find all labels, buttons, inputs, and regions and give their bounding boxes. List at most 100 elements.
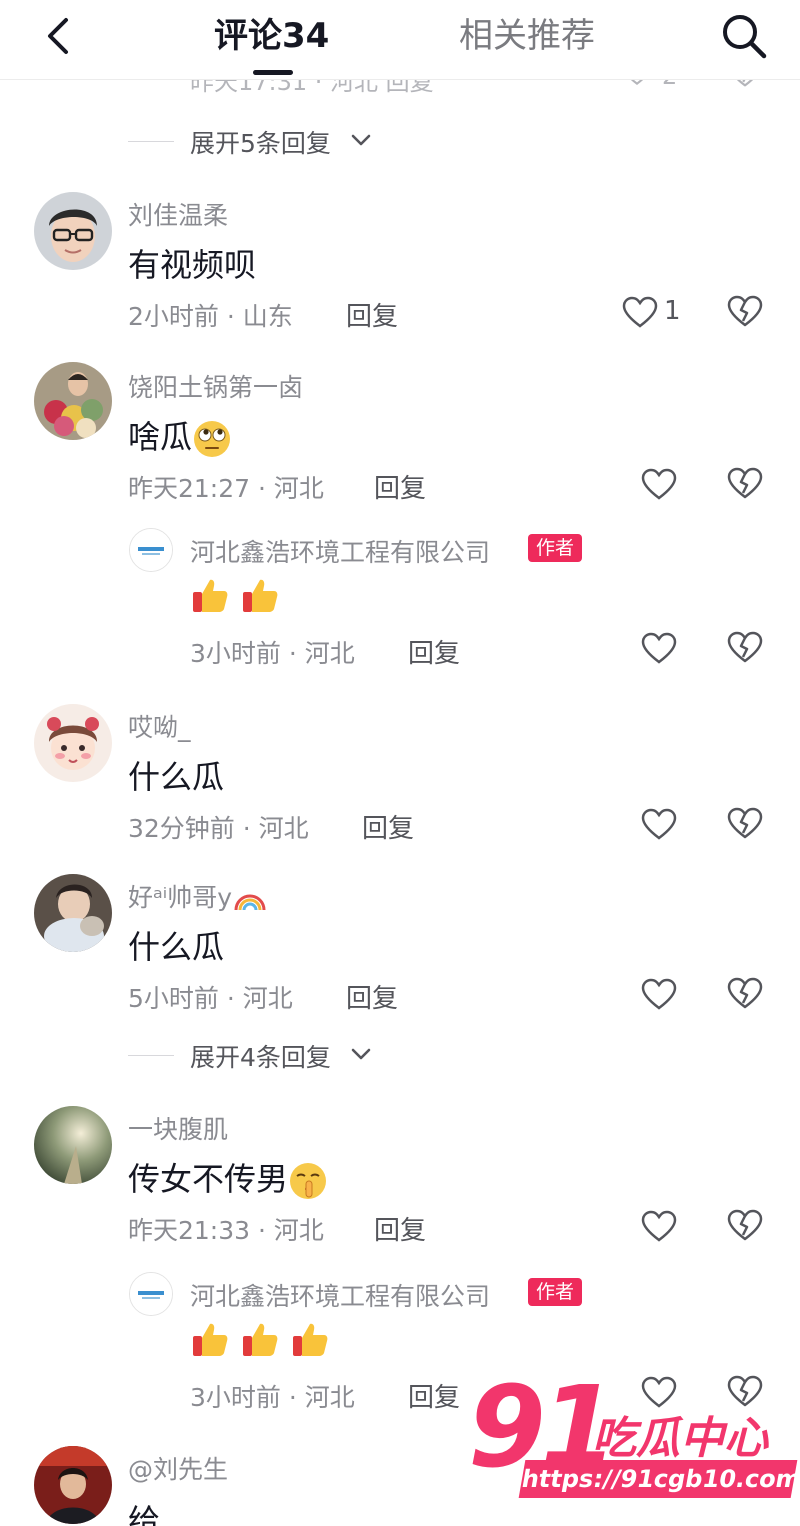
heart-icon[interactable]	[622, 296, 658, 328]
comment-time: 3小时前	[190, 1383, 281, 1412]
watermark-title: 吃瓜中心	[592, 1413, 768, 1464]
thumbs-up-icon	[193, 579, 228, 612]
heart-icon[interactable]	[641, 632, 677, 664]
thumbs-up-icon	[243, 579, 278, 612]
comment-username[interactable]: 好ᵃⁱ帅哥y	[128, 878, 268, 914]
heart-icon[interactable]	[641, 808, 677, 840]
reply-meta: 3小时前 · 河北	[190, 1378, 355, 1414]
comment-location: 河北	[258, 814, 309, 843]
like-count: 1	[664, 296, 681, 326]
broken-heart-icon[interactable]	[726, 466, 764, 500]
thumbs-up-icon	[193, 1323, 228, 1356]
avatar[interactable]	[34, 192, 112, 270]
comment-time: 昨天21:33	[128, 1216, 251, 1245]
comment-text: 什么瓜	[128, 758, 225, 796]
avatar[interactable]	[34, 1446, 112, 1524]
heart-icon[interactable]	[641, 468, 677, 500]
avatar[interactable]	[129, 1272, 173, 1316]
comment-time: 32分钟前	[128, 814, 235, 843]
comment-meta: 昨天21:27 · 河北	[128, 469, 324, 505]
active-tab-indicator	[253, 70, 293, 75]
reply-button[interactable]: 回复	[374, 1210, 426, 1247]
watermark: 91 吃瓜中心 https://91cgb10.com	[468, 1372, 800, 1506]
comment-text: 传女不传男	[128, 1154, 330, 1201]
heart-icon[interactable]	[641, 1210, 677, 1242]
thumbs-up-icon	[293, 1323, 328, 1356]
comment-meta: 32分钟前 · 河北	[128, 809, 309, 845]
broken-heart-icon[interactable]	[726, 806, 764, 840]
comment-meta: 5小时前 · 河北	[128, 979, 293, 1015]
broken-heart-icon[interactable]	[726, 976, 764, 1010]
comment-location: 河北	[273, 1216, 324, 1245]
chevron-down-icon	[351, 1048, 371, 1060]
comment-text: 什么瓜	[128, 928, 225, 966]
comment-time: 5小时前	[128, 984, 219, 1013]
meta-separator: ·	[280, 639, 305, 668]
comment-location: 河北	[304, 639, 355, 668]
meta-separator: ·	[234, 814, 259, 843]
tab-comments[interactable]: 评论34	[214, 14, 329, 58]
username-text: 好ᵃⁱ帅哥y	[128, 883, 233, 912]
comment-username[interactable]: 一块腹肌	[128, 1110, 228, 1146]
divider	[128, 141, 174, 142]
reply-button[interactable]: 回复	[362, 808, 414, 845]
comment-meta: 2小时前 · 山东	[128, 297, 293, 333]
avatar[interactable]	[129, 528, 173, 572]
reply-username[interactable]: 河北鑫浩环境工程有限公司	[190, 533, 490, 569]
reply-button[interactable]: 回复	[346, 296, 398, 333]
divider	[128, 1055, 174, 1056]
reply-text	[190, 1318, 330, 1359]
reply-button[interactable]: 回复	[408, 633, 460, 670]
comment-time: 3小时前	[190, 639, 281, 668]
avatar[interactable]	[34, 874, 112, 952]
meta-separator: ·	[250, 474, 274, 503]
comment-username[interactable]: 饶阳土锅第一卤	[128, 368, 303, 404]
broken-heart-icon[interactable]	[726, 294, 764, 328]
meta-separator: ·	[280, 1383, 305, 1412]
thumbs-up-icon	[243, 1323, 278, 1356]
watermark-url: https://91cgb10.com	[518, 1460, 800, 1498]
comment-username[interactable]: @刘先生	[128, 1450, 228, 1486]
shush-emoji-icon	[290, 1163, 327, 1199]
comment-meta: 昨天21:33 · 河北	[128, 1211, 324, 1247]
meta-separator: ·	[218, 302, 243, 331]
meta-separator: ·	[250, 1216, 274, 1245]
reply-username[interactable]: 河北鑫浩环境工程有限公司	[190, 1277, 490, 1313]
back-arrow-icon[interactable]	[40, 14, 80, 58]
comment-time: 2小时前	[128, 302, 219, 331]
broken-heart-icon[interactable]	[726, 1208, 764, 1242]
comment-username[interactable]: 哎呦_	[128, 708, 191, 744]
comment-text: 啥瓜	[128, 412, 232, 459]
avatar[interactable]	[34, 1106, 112, 1184]
heart-icon[interactable]	[641, 978, 677, 1010]
comment-text-content: 啥瓜	[128, 418, 193, 456]
author-badge: 作者	[528, 1278, 583, 1306]
author-badge: 作者	[528, 534, 583, 562]
comment-username[interactable]: 刘佳温柔	[128, 196, 228, 232]
expand-replies-button[interactable]: 展开4条回复	[128, 1038, 428, 1072]
comment-location: 河北	[242, 984, 293, 1013]
comment-location: 河北	[273, 474, 324, 503]
avatar[interactable]	[34, 362, 112, 440]
expand-replies-label: 展开5条回复	[190, 129, 331, 158]
expand-replies-label: 展开4条回复	[190, 1043, 331, 1072]
reply-button[interactable]: 回复	[346, 978, 398, 1015]
reply-meta: 3小时前 · 河北	[190, 634, 355, 670]
tab-related-recommend[interactable]: 相关推荐	[459, 14, 595, 58]
reply-button[interactable]: 回复	[408, 1377, 460, 1414]
search-icon[interactable]	[718, 10, 770, 62]
broken-heart-icon[interactable]	[726, 630, 764, 664]
meta-separator: ·	[218, 984, 243, 1013]
chevron-down-icon	[351, 134, 371, 146]
comment-text: 有视频呗	[128, 246, 257, 284]
rolling-eyes-emoji-icon	[194, 421, 231, 457]
comment-text: 给	[128, 1502, 161, 1526]
comment-location: 河北	[304, 1383, 355, 1412]
reply-text	[190, 574, 280, 615]
comment-time: 昨天21:27	[128, 474, 251, 503]
comment-text-content: 传女不传男	[128, 1160, 289, 1198]
top-bar: 评论34 相关推荐	[0, 0, 800, 80]
avatar[interactable]	[34, 704, 112, 782]
expand-replies-button[interactable]: 展开5条回复	[128, 124, 428, 158]
reply-button[interactable]: 回复	[374, 468, 426, 505]
